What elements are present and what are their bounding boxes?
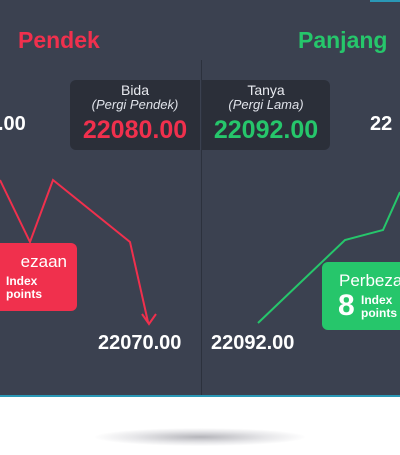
long-entry-price: 22092.00 — [211, 332, 295, 354]
panel-shadow — [95, 428, 305, 446]
ask-price: 22092.00 — [213, 116, 319, 144]
long-side-title: Panjang — [298, 27, 388, 53]
ask-sublabel: (Pergi Lama) — [228, 97, 304, 112]
short-card-title: ezaan — [20, 252, 67, 271]
bid-sublabel: (Pergi Pendek) — [91, 97, 179, 112]
bid-price: 22080.00 — [82, 116, 188, 144]
short-arrow-head — [141, 313, 157, 326]
long-edge-price: 22 — [370, 113, 393, 135]
short-side-title: Pendek — [18, 27, 100, 53]
short-target-price: 22070.00 — [98, 332, 182, 354]
long-difference-card: Perbeza 8 Index points — [322, 262, 400, 330]
trading-panel: Pendek Panjang Bida (Pergi Pendek) 22080… — [0, 0, 400, 397]
short-difference-card: ezaan 0 Index points — [0, 243, 77, 311]
ask-label: Tanya — [247, 82, 285, 98]
long-card-unit: Index points — [361, 293, 397, 320]
bid-label: Bida — [120, 82, 150, 98]
short-card-unit: Index points — [6, 274, 42, 301]
long-card-number: 8 — [338, 289, 355, 322]
bid-price-box[interactable]: Bida (Pergi Pendek) 22080.00 — [70, 80, 200, 150]
price-lines — [0, 178, 400, 326]
long-card-title: Perbeza — [339, 271, 400, 290]
ask-price-box[interactable]: Tanya (Pergi Lama) 22092.00 — [202, 80, 330, 150]
short-edge-price: .00 — [0, 113, 26, 135]
